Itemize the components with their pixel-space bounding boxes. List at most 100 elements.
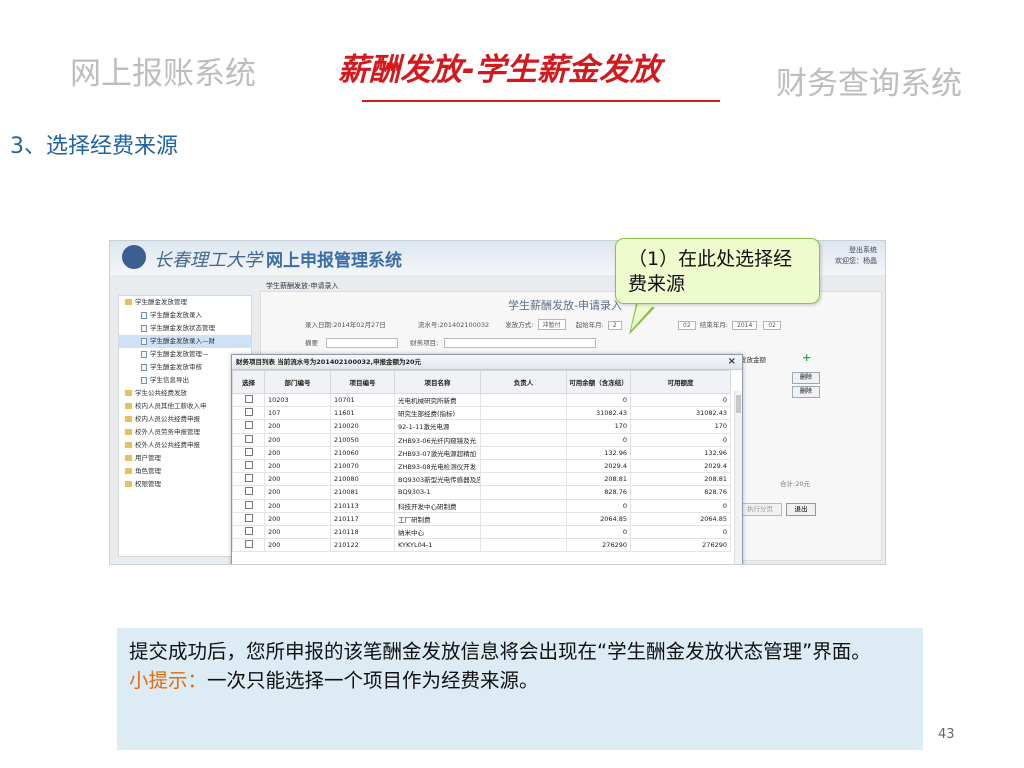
- table-cell: 210060: [330, 445, 395, 460]
- pay-method-select[interactable]: 冲暂付: [537, 319, 566, 330]
- select-cell: [232, 458, 265, 474]
- table-cell: [480, 432, 567, 447]
- finance-item-label: 财务项目:: [410, 339, 439, 347]
- table-cell: 0: [630, 498, 731, 513]
- table-cell: 828.76: [630, 485, 731, 500]
- callout-bubble: （1）在此处选择经费来源: [615, 238, 820, 304]
- sidebar-item-label: 校外人员公共经费申报: [135, 441, 200, 449]
- end-period-label: 结束年月:: [699, 321, 728, 329]
- table-cell: 210118: [330, 524, 395, 540]
- sidebar-item-label: 学生酬金发放录入—财: [150, 337, 215, 345]
- table-cell: 132.96: [630, 445, 731, 460]
- row-checkbox[interactable]: [244, 474, 253, 483]
- table-cell: 31082.43: [630, 406, 731, 421]
- table-row[interactable]: 107 11601 研究生部经费(指标) 31082.43 31082.43: [232, 406, 731, 421]
- table-row[interactable]: 200 210070 ZHB93-08光电检测仪开发 2029.4 2029.4: [232, 458, 731, 474]
- row-checkbox[interactable]: [244, 434, 253, 443]
- select-cell: [232, 445, 265, 460]
- row-checkbox[interactable]: [244, 500, 253, 509]
- sidebar-item[interactable]: 学生酬金发放录入: [119, 309, 251, 322]
- table-cell: 11601: [330, 406, 395, 421]
- table-cell: 200: [264, 498, 331, 513]
- start-period-label: 起始年月:: [575, 321, 604, 329]
- table-row[interactable]: 200 210122 KYKYL04-1 276290 276290: [232, 538, 731, 553]
- sidebar-item-label: 学生酬金发放状态管理: [150, 324, 215, 332]
- add-row-icon[interactable]: +: [802, 351, 811, 364]
- sidebar-item[interactable]: 学生酬金发放管理: [119, 296, 251, 309]
- table-cell: 31082.43: [566, 406, 631, 421]
- step-heading: 3、选择经费来源: [10, 134, 178, 159]
- row-checkbox[interactable]: [244, 408, 253, 417]
- table-cell: 132.96: [566, 445, 631, 460]
- row-checkbox[interactable]: [244, 421, 253, 430]
- select-cell: [232, 511, 265, 526]
- table-cell: 0: [566, 498, 631, 513]
- table-row[interactable]: 200 210117 工厂研制费 2064.85 2064.85: [232, 511, 731, 526]
- table-cell: 210122: [330, 538, 395, 553]
- university-logo-icon: [122, 245, 146, 269]
- table-row[interactable]: 200 210020 92-1-11激光电源 170 170: [232, 419, 731, 434]
- column-header: 项目编号: [330, 370, 395, 394]
- pay-method-label: 发放方式:: [505, 321, 534, 329]
- sidebar-item-label: 学生酬金发放管理—: [150, 350, 209, 358]
- table-row[interactable]: 200 210081 BQ9303-1 828.76 828.76: [232, 485, 731, 500]
- end-month-select[interactable]: 02: [763, 321, 781, 330]
- system-name: 网上申报管理系统: [266, 251, 402, 271]
- row-checkbox[interactable]: [244, 447, 253, 456]
- finance-item-field[interactable]: [444, 338, 597, 348]
- table-scrollbar[interactable]: [734, 391, 742, 564]
- table-cell: [480, 419, 567, 434]
- table-cell: 2064.85: [566, 511, 631, 526]
- pagination-button[interactable]: 执行分页: [738, 503, 782, 516]
- row-checkbox[interactable]: [244, 513, 253, 522]
- summary-label: 摘要: [305, 339, 318, 347]
- exit-button[interactable]: 退出: [786, 503, 816, 516]
- table-cell: 0: [630, 392, 731, 408]
- table-row[interactable]: 200 210050 ZHB93-06光纤内窥镜及光 0 0: [232, 432, 731, 447]
- row-checkbox[interactable]: [244, 526, 253, 535]
- table-row[interactable]: 200 210113 科技开发中心研制费 0 0: [232, 498, 731, 513]
- table-cell: [480, 458, 567, 474]
- form-title: 学生薪酬发放-申请录入: [508, 299, 622, 312]
- row-checkbox[interactable]: [244, 461, 253, 470]
- nav-title-current-section: 薪酬发放-学生薪金发放: [338, 52, 661, 88]
- close-icon[interactable]: ×: [728, 355, 736, 369]
- info-line: 提交成功后，您所申报的该笔酬金发放信息将会出现在“学生酬金发放状态管理”界面。: [129, 640, 871, 663]
- row-checkbox[interactable]: [244, 540, 253, 549]
- table-row[interactable]: 200 210118 纳米中心 0 0: [232, 524, 731, 540]
- select-cell: [232, 524, 265, 540]
- row-checkbox[interactable]: [244, 395, 253, 404]
- sidebar-item-label: 校内人员其他工薪收入申: [135, 402, 207, 410]
- summary-input[interactable]: [326, 338, 399, 348]
- sidebar-item-label: 学生信息导出: [150, 376, 189, 384]
- table-cell: 200: [264, 432, 331, 447]
- table-cell: [480, 511, 567, 526]
- delete-button-2[interactable]: 删除: [792, 386, 820, 398]
- finance-project-dialog: 财务项目列表 当前流水号为201402100032,申报金额为20元 × 选择部…: [231, 354, 743, 564]
- folder-icon: [125, 455, 132, 461]
- table-cell: 10701: [330, 392, 395, 408]
- folder-icon: [125, 429, 132, 435]
- sidebar-item[interactable]: 学生酬金发放状态管理: [119, 322, 251, 335]
- table-row[interactable]: 10203 10701 光电机械研究所新费 0 0: [232, 392, 731, 408]
- table-cell: KYKYL04-1: [394, 538, 481, 553]
- table-row[interactable]: 200 210060 ZHB93-07激光电源超精加 132.96 132.96: [232, 445, 731, 460]
- row-checkbox[interactable]: [244, 487, 253, 496]
- delete-button-1[interactable]: 删除: [792, 372, 820, 384]
- form-row-dates: 录入日期:2014年02月27日 流水号:201402100032 发放方式: …: [305, 319, 624, 330]
- table-cell: 光电机械研究所新费: [394, 392, 481, 408]
- table-cell: 200: [264, 472, 331, 487]
- start-month-select[interactable]: 02: [678, 321, 696, 330]
- table-row[interactable]: 200 210080 BQ9303新型光电传感器及应 208.81 208.81: [232, 472, 731, 487]
- end-year-select[interactable]: 2014: [732, 321, 758, 330]
- scrollbar-thumb[interactable]: [736, 395, 741, 413]
- sidebar-item[interactable]: 学生酬金发放录入—财: [119, 335, 251, 348]
- logout-link[interactable]: 登出系统: [835, 245, 877, 256]
- page-icon: [141, 324, 147, 332]
- page-icon: [141, 363, 147, 371]
- table-cell: BQ9303-1: [394, 485, 481, 500]
- dialog-title-text: 财务项目列表 当前流水号为201402100032,申报金额为20元: [236, 358, 422, 366]
- table-header-row: 选择 部门编号 项目编号 项目名称 负责人 可用余额（含冻结） 可用额度: [232, 370, 731, 394]
- column-header: 可用余额（含冻结）: [566, 370, 631, 394]
- table-cell: 0: [566, 392, 631, 408]
